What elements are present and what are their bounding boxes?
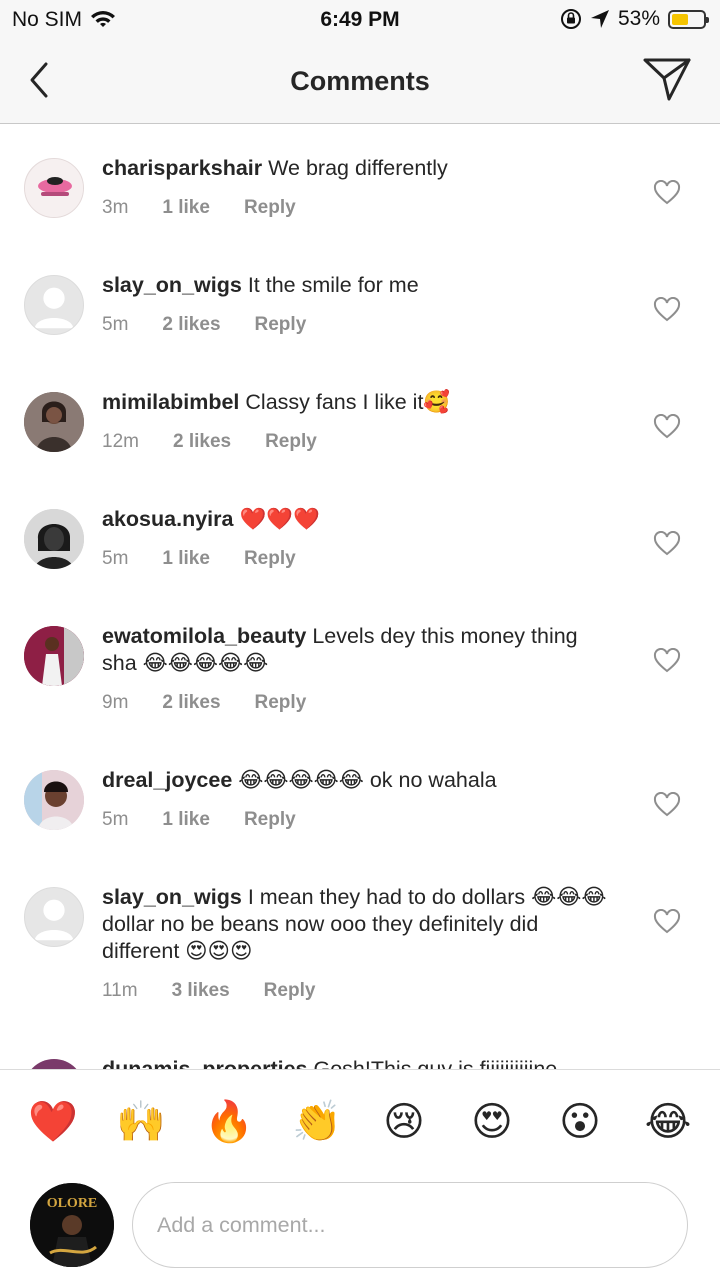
tears-of-joy-emoji-icon[interactable]: 😂	[644, 1098, 692, 1146]
avatar[interactable]	[24, 509, 84, 569]
comment-text: slay_on_wigs It the smile for me	[102, 272, 612, 299]
page-title: Comments	[290, 66, 430, 96]
comment-text: dreal_joycee 😂😂😂😂😂 ok no wahala	[102, 767, 612, 794]
default-avatar-icon	[34, 899, 74, 941]
comment-text: mimilabimbel Classy fans I like it🥰	[102, 389, 612, 416]
avatar-logo-image	[25, 159, 83, 217]
avatar-logo-text: OLORE	[47, 1196, 98, 1211]
comment-item-partial: dunamis_properties Gosh!This guy is fiii…	[0, 1055, 720, 1069]
reply-button[interactable]: Reply	[244, 548, 296, 570]
comment-meta: 12m 2 likes Reply	[102, 431, 317, 453]
reply-button[interactable]: Reply	[265, 431, 317, 453]
avatar-photo	[24, 509, 84, 569]
reply-button[interactable]: Reply	[255, 692, 307, 714]
comment-likes[interactable]: 2 likes	[173, 431, 231, 453]
comment-text: charisparkshair We brag differently	[102, 155, 612, 182]
comment-message: It the smile for me	[247, 273, 419, 297]
comment-message: We brag differently	[268, 156, 448, 180]
comment-text: slay_on_wigs I mean they had to do dolla…	[102, 884, 612, 965]
status-bar: No SIM 6:49 PM 53%	[0, 0, 720, 40]
comment-username[interactable]: slay_on_wigs	[102, 273, 242, 297]
comment-time: 12m	[102, 431, 139, 452]
like-heart-icon[interactable]	[653, 180, 681, 206]
comment-meta: 3m 1 like Reply	[102, 197, 296, 219]
like-heart-icon[interactable]	[653, 648, 681, 674]
reply-button[interactable]: Reply	[244, 197, 296, 219]
avatar[interactable]	[24, 770, 84, 830]
comment-likes[interactable]: 1 like	[162, 197, 210, 219]
avatar-photo	[24, 770, 84, 830]
heart-eyes-emoji-icon[interactable]: 😍	[468, 1098, 516, 1146]
comment-meta: 11m 3 likes Reply	[102, 980, 315, 1002]
red-heart-emoji-icon[interactable]: ❤️	[28, 1098, 78, 1146]
avatar[interactable]	[24, 887, 84, 947]
avatar[interactable]	[24, 275, 84, 335]
avatar[interactable]	[24, 392, 84, 452]
my-avatar-image: OLORE	[30, 1183, 114, 1267]
avatar[interactable]	[24, 1059, 84, 1069]
battery-fill	[672, 13, 688, 25]
crying-face-emoji-icon[interactable]: 😢	[380, 1098, 428, 1146]
like-heart-icon[interactable]	[653, 792, 681, 818]
comment-username[interactable]: dreal_joycee	[102, 768, 232, 792]
quick-reactions-bar: ❤️ 🙌 🔥 👏 😢 😍 😮 😂	[0, 1098, 720, 1152]
comment-username[interactable]: dunamis_properties	[102, 1057, 308, 1069]
comment-message: Gosh!This guy is fiiiiiiiiiine	[313, 1057, 558, 1069]
status-right: 53%	[560, 7, 709, 31]
like-heart-icon[interactable]	[653, 297, 681, 323]
comments-list[interactable]: charisparkshair We brag differently 3m 1…	[0, 125, 720, 1069]
reply-button[interactable]: Reply	[244, 809, 296, 831]
like-heart-icon[interactable]	[653, 909, 681, 935]
comment-meta: 5m 1 like Reply	[102, 809, 296, 831]
comment-likes[interactable]: 1 like	[162, 809, 210, 831]
surprised-face-emoji-icon[interactable]: 😮	[556, 1098, 604, 1146]
comment-message: Classy fans I like it🥰	[245, 390, 451, 414]
comment-likes[interactable]: 2 likes	[162, 692, 220, 714]
comment-username[interactable]: mimilabimbel	[102, 390, 239, 414]
raising-hands-emoji-icon[interactable]: 🙌	[116, 1098, 166, 1146]
comment-time: 9m	[102, 692, 129, 713]
reply-button[interactable]: Reply	[255, 314, 307, 336]
comment-username[interactable]: akosua.nyira	[102, 507, 233, 531]
like-heart-icon[interactable]	[653, 414, 681, 440]
orientation-lock-icon	[560, 9, 581, 29]
comment-meta: 5m 1 like Reply	[102, 548, 296, 570]
default-avatar-icon	[34, 287, 74, 329]
comment-time: 3m	[102, 197, 129, 218]
reply-button[interactable]: Reply	[264, 980, 316, 1002]
my-avatar: OLORE	[30, 1183, 114, 1267]
comment-meta: 5m 2 likes Reply	[102, 314, 306, 336]
comment-message: 😂😂😂😂😂 ok no wahala	[238, 768, 497, 792]
comment-username[interactable]: charisparkshair	[102, 156, 262, 180]
comment-time: 5m	[102, 809, 129, 830]
comment-time: 5m	[102, 548, 129, 569]
avatar[interactable]	[24, 626, 84, 686]
comment-text: dunamis_properties Gosh!This guy is fiii…	[102, 1056, 612, 1069]
comment-time: 11m	[102, 980, 138, 1001]
add-comment-input[interactable]	[132, 1182, 688, 1268]
comment-text: ewatomilola_beauty Levels dey this money…	[102, 623, 612, 677]
clapping-hands-emoji-icon[interactable]: 👏	[292, 1098, 342, 1146]
fire-emoji-icon[interactable]: 🔥	[204, 1098, 254, 1146]
comment-message: ❤️❤️❤️	[239, 507, 320, 531]
comment-likes[interactable]: 2 likes	[162, 314, 220, 336]
comment-composer: ❤️ 🙌 🔥 👏 😢 😍 😮 😂 OLORE	[0, 1069, 720, 1280]
comment-meta: 9m 2 likes Reply	[102, 692, 306, 714]
comment-likes[interactable]: 3 likes	[172, 980, 230, 1002]
comment-text: akosua.nyira ❤️❤️❤️	[102, 506, 612, 533]
location-arrow-icon	[590, 10, 609, 28]
avatar-photo	[24, 392, 84, 452]
send-direct-icon[interactable]	[642, 56, 692, 102]
like-heart-icon[interactable]	[653, 531, 681, 557]
avatar-photo	[24, 626, 84, 686]
comment-username[interactable]: ewatomilola_beauty	[102, 624, 306, 648]
nav-bar: Comments	[0, 40, 720, 124]
avatar[interactable]	[24, 158, 84, 218]
comment-likes[interactable]: 1 like	[162, 548, 210, 570]
comment-time: 5m	[102, 314, 129, 335]
comment-username[interactable]: slay_on_wigs	[102, 885, 242, 909]
battery-percent: 53%	[617, 7, 660, 30]
battery-icon	[668, 9, 709, 29]
